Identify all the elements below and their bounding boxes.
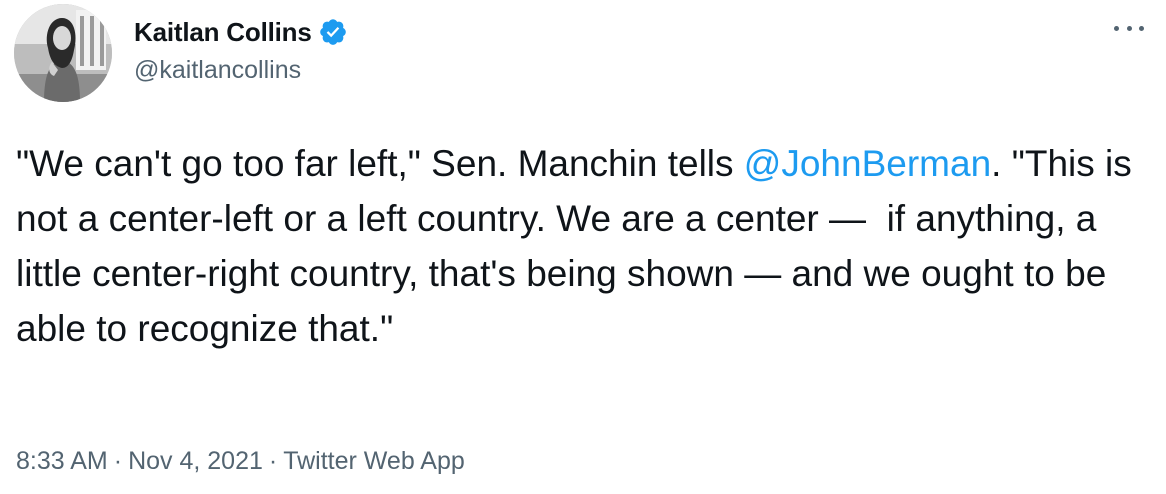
meta-separator: ·: [113, 447, 123, 475]
tweet-source-link[interactable]: Twitter Web App: [283, 447, 465, 475]
tweet-text: "We can't go too far left," Sen. Manchin…: [16, 136, 1156, 356]
profile-photo-icon: [14, 4, 112, 102]
author-avatar[interactable]: [14, 4, 112, 102]
ellipsis-icon: [1114, 25, 1119, 31]
ellipsis-dot: [1126, 25, 1132, 31]
tweet-card: Kaitlan Collins @kaitlancollins "We can'…: [0, 0, 1166, 494]
ellipsis-dot: [1139, 25, 1144, 31]
author-display-name[interactable]: Kaitlan Collins: [134, 17, 312, 48]
mention-link[interactable]: @JohnBerman: [744, 143, 991, 184]
tweet-time-link[interactable]: 8:33 AM: [16, 447, 108, 475]
more-options-button[interactable]: [1114, 18, 1144, 38]
tweet-meta: 8:33 AM · Nov 4, 2021 · Twitter Web App: [16, 447, 465, 476]
tweet-date-link[interactable]: Nov 4, 2021: [128, 447, 263, 475]
meta-separator: ·: [268, 447, 278, 475]
author-name-row: Kaitlan Collins: [134, 14, 348, 50]
tweet-text-part: "We can't go too far left," Sen. Manchin…: [16, 143, 744, 184]
verified-badge-icon: [318, 17, 348, 47]
author-handle[interactable]: @kaitlancollins: [134, 56, 301, 85]
